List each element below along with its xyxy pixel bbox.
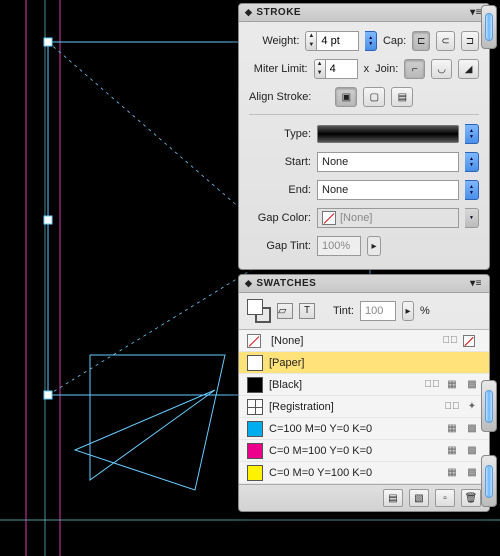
- swatch-name: [Paper]: [269, 357, 479, 369]
- process-color-icon: ▦: [445, 466, 459, 480]
- weight-dropdown-icon[interactable]: ▲▼: [365, 31, 377, 51]
- tint-slider-icon[interactable]: ▸: [402, 301, 414, 321]
- locked-icon: ✎⃠: [443, 334, 457, 348]
- stroke-panel-header[interactable]: ◆ STROKE ▾≡: [239, 4, 489, 22]
- gapcolor-dropdown[interactable]: [None]: [317, 208, 459, 228]
- stroke-panel: ◆ STROKE ▾≡ Weight: ▲▼ ▲▼ Cap: ⊏ ⊂ ⊐ Mit…: [238, 3, 490, 270]
- weight-label: Weight:: [249, 35, 299, 47]
- gaptint-slider-icon: ▸: [367, 236, 381, 256]
- none-icon: [463, 335, 475, 347]
- collapse-icon[interactable]: ◆: [245, 7, 252, 18]
- gaptint-input: [317, 236, 361, 256]
- end-dropdown[interactable]: None: [317, 180, 459, 200]
- swatches-panel: ◆ SWATCHES ▾≡ ▱ T Tint: ▸ % [None] ✎⃠ [Pap…: [238, 274, 490, 512]
- cap-projecting-icon[interactable]: ⊐: [461, 31, 479, 51]
- swatch-chip: [247, 355, 263, 371]
- weight-input[interactable]: [317, 31, 359, 51]
- align-stroke-label: Align Stroke:: [249, 91, 311, 103]
- swatch-name: C=0 M=100 Y=0 K=0: [269, 445, 439, 457]
- miter-label: Miter Limit:: [249, 63, 308, 75]
- join-label: Join:: [375, 63, 398, 75]
- swatch-name: [Registration]: [269, 401, 439, 413]
- end-label: End:: [249, 184, 311, 196]
- end-dropdown-icon[interactable]: ▲▼: [465, 180, 479, 200]
- panel-dock-grip[interactable]: [481, 380, 497, 432]
- align-center-icon[interactable]: ▣: [335, 87, 357, 107]
- weight-stepper[interactable]: ▲▼: [305, 31, 359, 51]
- start-label: Start:: [249, 156, 311, 168]
- swatch-row[interactable]: C=0 M=0 Y=100 K=0 ▦ ▩: [239, 462, 489, 484]
- show-list-view-icon[interactable]: ▤: [383, 489, 403, 507]
- new-swatch-icon[interactable]: ▧: [409, 489, 429, 507]
- swatches-toolbar: ▱ T Tint: ▸ %: [239, 293, 489, 330]
- join-miter-icon[interactable]: ⌐: [404, 59, 425, 79]
- swatch-chip: [247, 465, 263, 481]
- tint-input[interactable]: [360, 301, 396, 321]
- stroke-type-preview[interactable]: [317, 125, 459, 143]
- panel-dock-grip[interactable]: [481, 455, 497, 507]
- swatches-panel-header[interactable]: ◆ SWATCHES ▾≡: [239, 275, 489, 293]
- swatch-row[interactable]: C=0 M=100 Y=0 K=0 ▦ ▩: [239, 440, 489, 462]
- swatch-name: [None]: [271, 335, 437, 347]
- start-dropdown[interactable]: None: [317, 152, 459, 172]
- panel-dock-grip[interactable]: [481, 5, 497, 49]
- type-label: Type:: [249, 128, 311, 140]
- start-dropdown-icon[interactable]: ▲▼: [465, 152, 479, 172]
- type-dropdown-icon[interactable]: ▲▼: [465, 124, 479, 144]
- cap-butt-icon[interactable]: ⊏: [412, 31, 430, 51]
- gaptint-label: Gap Tint:: [249, 240, 311, 252]
- process-color-icon: ▦: [445, 422, 459, 436]
- tint-percent-label: %: [420, 305, 430, 317]
- registration-icon: ✦: [465, 400, 479, 414]
- miter-input[interactable]: [326, 59, 358, 79]
- align-outside-icon[interactable]: ▤: [391, 87, 413, 107]
- color-mode-icon: ▩: [465, 444, 479, 458]
- fill-stroke-toggle[interactable]: [247, 299, 271, 323]
- cap-round-icon[interactable]: ⊂: [436, 31, 454, 51]
- panel-menu-icon[interactable]: ▾≡: [469, 278, 483, 289]
- swatch-name: C=0 M=0 Y=100 K=0: [269, 467, 439, 479]
- join-round-icon[interactable]: ◡: [431, 59, 452, 79]
- swatch-name: [Black]: [269, 379, 419, 391]
- miter-stepper[interactable]: ▲▼: [314, 59, 358, 79]
- gapcolor-label: Gap Color:: [249, 212, 311, 224]
- swatch-name: C=100 M=0 Y=0 K=0: [269, 423, 439, 435]
- swatches-footer: ▤ ▧ ▫ 🗑: [239, 484, 489, 511]
- color-mode-icon: ▩: [465, 378, 479, 392]
- color-mode-icon: ▩: [465, 422, 479, 436]
- swatch-row[interactable]: C=100 M=0 Y=0 K=0 ▦ ▩: [239, 418, 489, 440]
- process-color-icon: ▦: [445, 444, 459, 458]
- join-bevel-icon[interactable]: ◢: [458, 59, 479, 79]
- locked-icon: ✎⃠: [445, 400, 459, 414]
- swatch-row[interactable]: [Black] ✎⃠ ▦ ▩: [239, 374, 489, 396]
- none-swatch-icon: [322, 211, 336, 225]
- swatch-chip: [247, 421, 263, 437]
- locked-icon: ✎⃠: [425, 378, 439, 392]
- container-formatting-icon[interactable]: ▱: [277, 303, 293, 319]
- text-formatting-icon[interactable]: T: [299, 303, 315, 319]
- new-swatch-button[interactable]: ▫: [435, 489, 455, 507]
- cap-label: Cap:: [383, 35, 406, 47]
- gapcolor-dropdown-icon[interactable]: ▼: [465, 208, 479, 228]
- align-inside-icon[interactable]: ▢: [363, 87, 385, 107]
- tint-label: Tint:: [333, 305, 354, 317]
- swatch-chip: [247, 399, 263, 415]
- swatch-chip: [247, 377, 263, 393]
- color-mode-icon: ▩: [465, 466, 479, 480]
- delete-swatch-icon[interactable]: 🗑: [461, 489, 481, 507]
- swatch-chip: [247, 443, 263, 459]
- none-swatch-icon: [247, 334, 261, 348]
- collapse-icon[interactable]: ◆: [245, 278, 252, 289]
- swatches-panel-title: SWATCHES: [256, 278, 316, 289]
- swatch-row[interactable]: [None] ✎⃠: [239, 330, 489, 352]
- swatch-row[interactable]: [Registration] ✎⃠ ✦: [239, 396, 489, 418]
- miter-x-label: x: [364, 63, 370, 75]
- process-color-icon: ▦: [445, 378, 459, 392]
- swatch-row[interactable]: [Paper]: [239, 352, 489, 374]
- stroke-panel-title: STROKE: [256, 7, 301, 18]
- swatches-list[interactable]: [None] ✎⃠ [Paper] [Black] ✎⃠ ▦ ▩ [Registration]…: [239, 330, 489, 484]
